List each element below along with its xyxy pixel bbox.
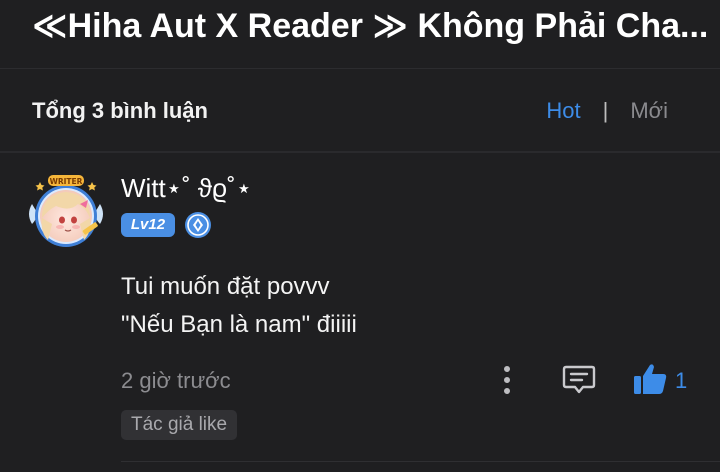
comment-line: Tui muốn đặt povvv (121, 273, 330, 300)
comments-header: Tổng 3 bình luận Hot | Mới (0, 69, 720, 153)
comments-screen: ≪Hiha Aut X Reader ≫ Không Phải Cha... T… (0, 0, 720, 472)
like-count: 1 (675, 368, 688, 393)
comment-username[interactable]: Witt⋆˚ ϑϱ˚⋆ (121, 171, 252, 205)
author-liked-tag: Tác giả like (121, 410, 238, 440)
comment-reply-icon[interactable] (562, 364, 596, 396)
avatar[interactable]: WRITER (26, 174, 106, 250)
comment-body: Tui muốn đặt povvv "Nếu Bạn là nam" điii… (121, 268, 357, 344)
avatar-badge-text: WRITER (50, 177, 83, 186)
sort-tab-hot[interactable]: Hot (546, 97, 580, 125)
divider (121, 461, 720, 462)
gem-badge-icon (184, 211, 212, 239)
sort-separator: | (602, 98, 609, 123)
avatar-image: WRITER (29, 175, 103, 247)
more-vertical-icon[interactable] (496, 364, 518, 396)
story-title[interactable]: ≪Hiha Aut X Reader ≫ Không Phải Cha... (32, 2, 712, 50)
sort-tabs: Hot | Mới (546, 97, 668, 125)
comment-timestamp: 2 giờ trước (121, 368, 231, 393)
sort-tab-new[interactable]: Mới (630, 97, 668, 125)
thumbs-up-icon[interactable] (632, 362, 668, 396)
level-badge: Lv12 (121, 213, 175, 237)
title-bar: ≪Hiha Aut X Reader ≫ Không Phải Cha... (0, 0, 720, 69)
comment-line: "Nếu Bạn là nam" điiiii (121, 311, 357, 338)
comment-count-label: Tổng 3 bình luận (32, 98, 208, 123)
